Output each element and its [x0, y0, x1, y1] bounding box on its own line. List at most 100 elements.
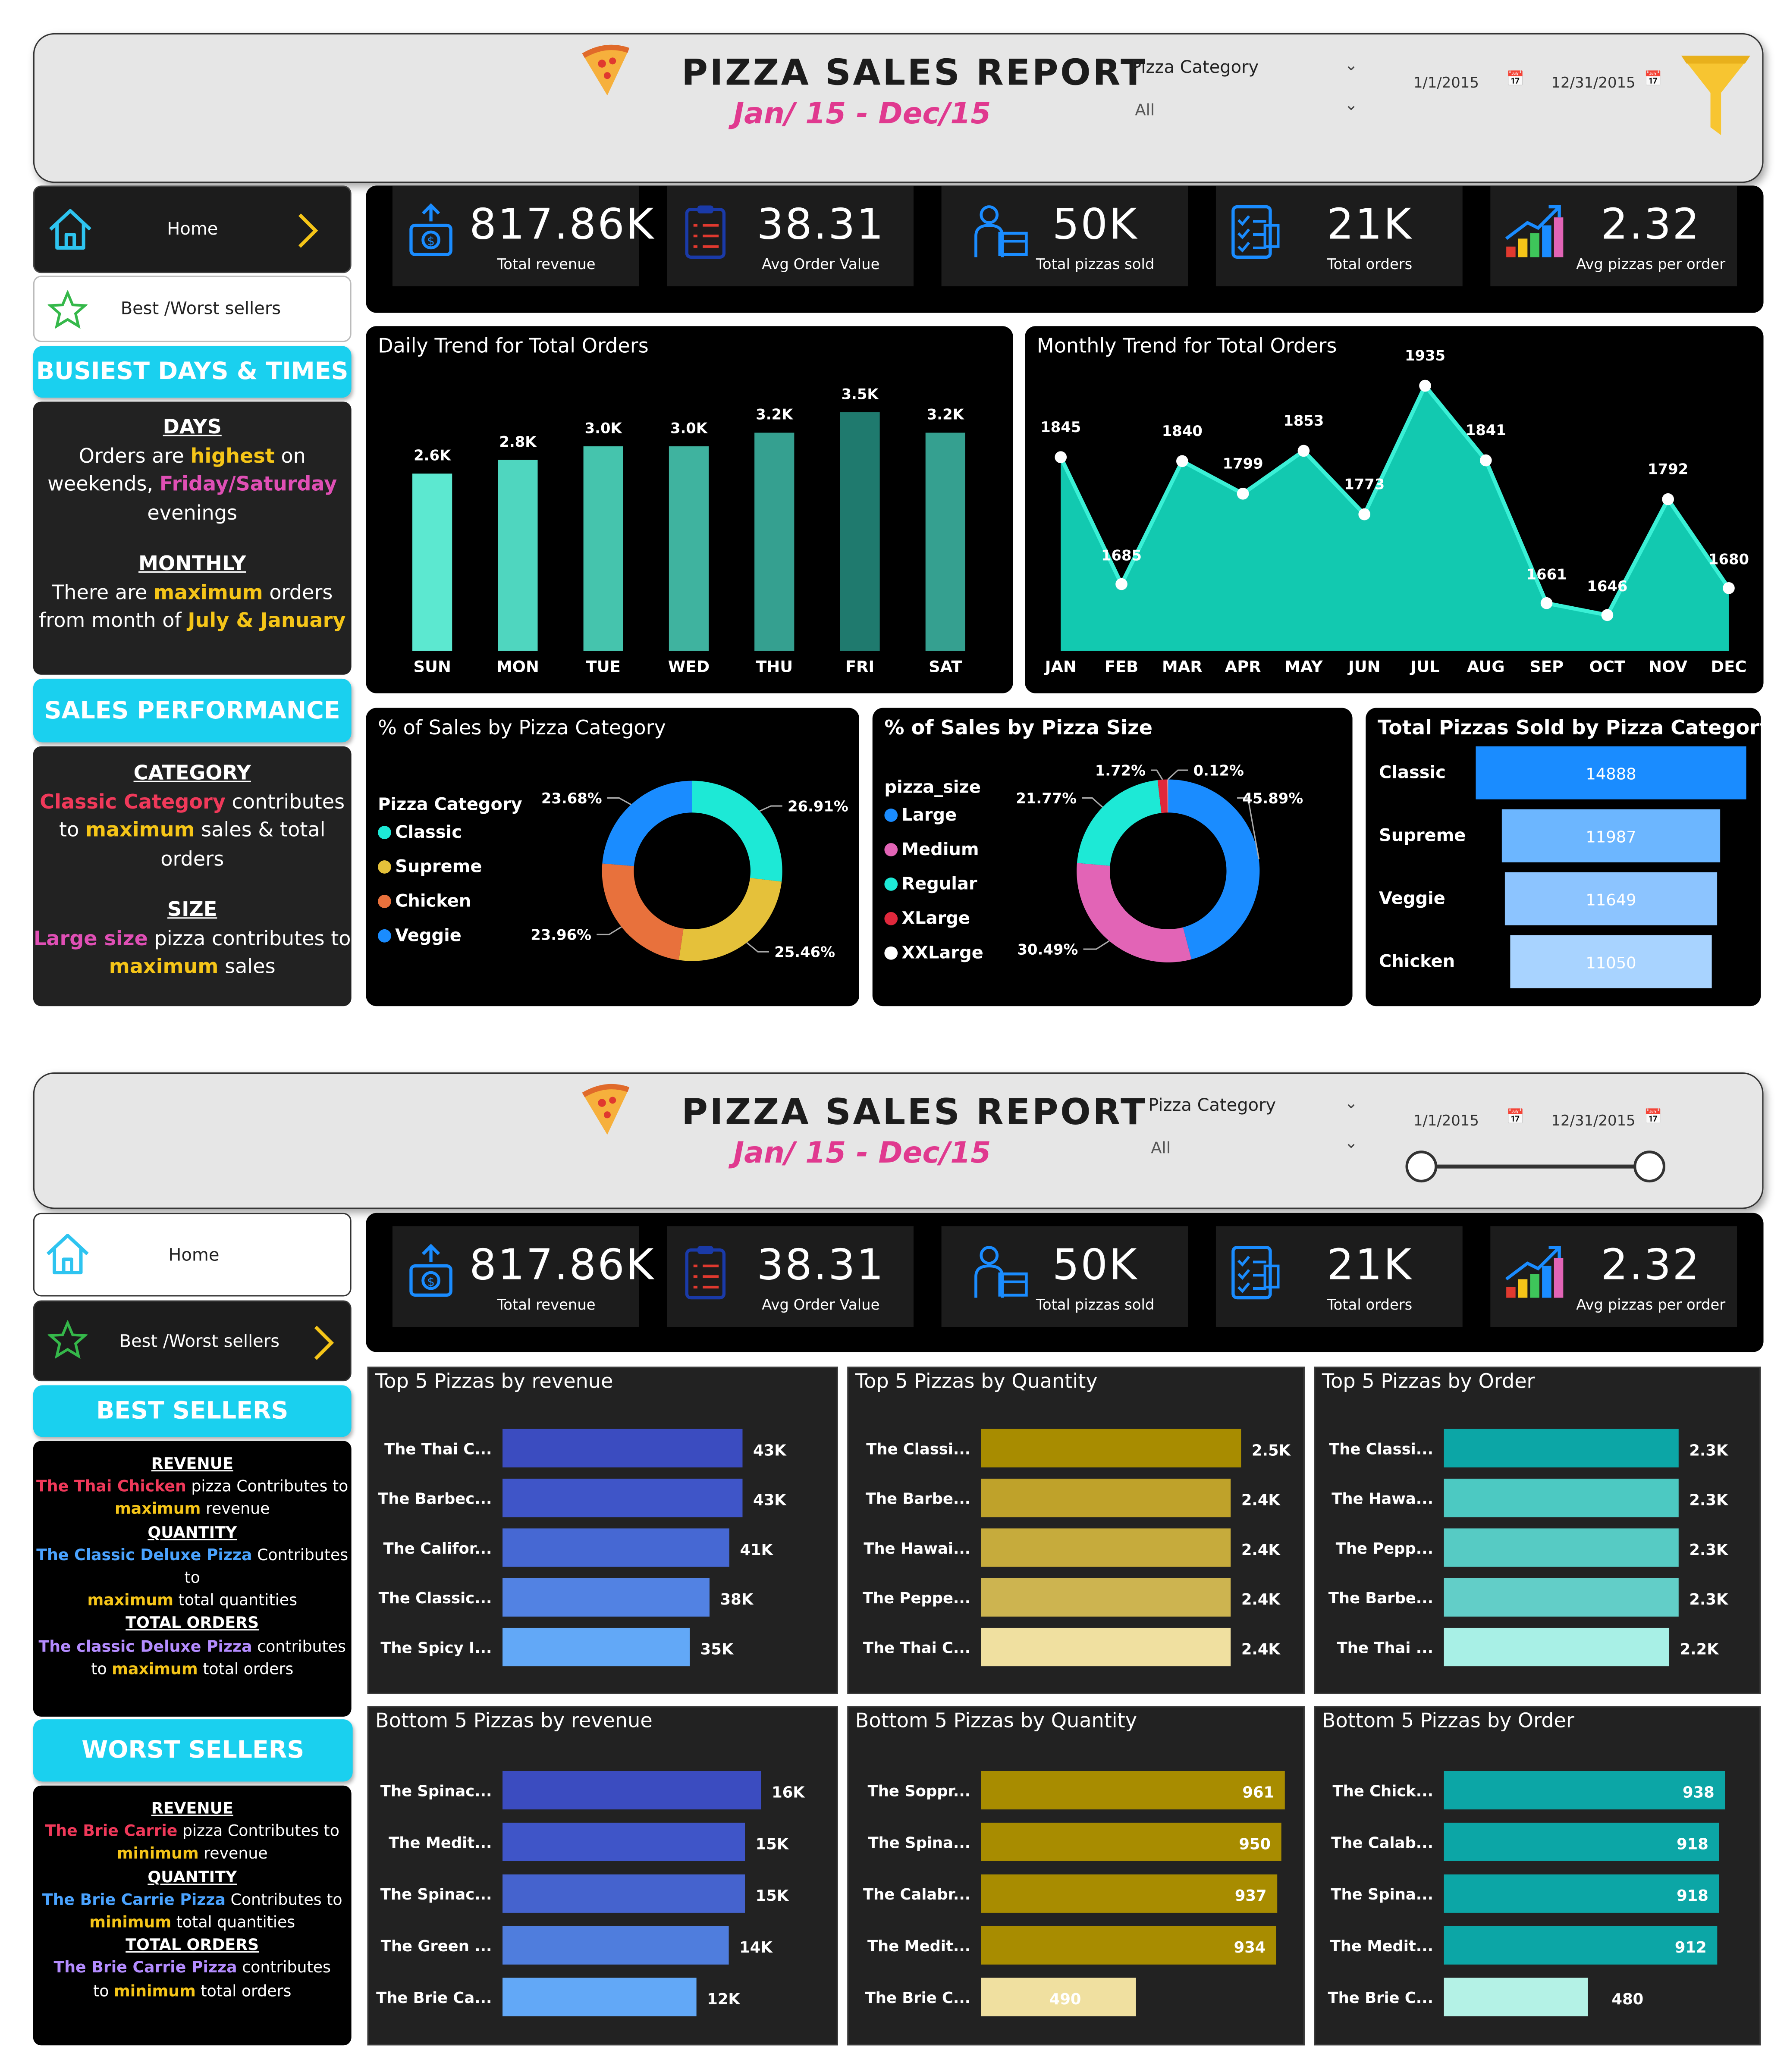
kpi-value: 21K	[1327, 1239, 1413, 1290]
chevron-down-icon[interactable]: ⌄	[1344, 95, 1358, 114]
size-line-1: Large size pizza contributes to	[33, 926, 351, 950]
top-rev-value-label: 38K	[720, 1591, 754, 1608]
monthly-x-tick: MAR	[1162, 658, 1203, 676]
size-pct-slice	[1077, 863, 1192, 962]
top-ord-bar	[1444, 1528, 1679, 1567]
daily-bar-label: 3.0K	[585, 420, 623, 436]
best-orders-line-1: The classic Deluxe Pizza contributes	[38, 1636, 346, 1655]
worst-revenue-line-1: The Brie Carrie pizza Contributes to	[45, 1821, 339, 1840]
chevron-down-icon[interactable]: ⌄	[1344, 1094, 1358, 1112]
calendar-icon[interactable]: 📅	[1644, 70, 1662, 88]
monthly-heading: MONTHLY	[138, 551, 246, 576]
date-end-input[interactable]: 12/31/2015	[1551, 74, 1636, 91]
daily-x-tick: FRI	[845, 658, 874, 676]
bot-ord-value-label: 918	[1677, 1835, 1708, 1853]
calendar-icon[interactable]: 📅	[1644, 1108, 1662, 1125]
kpi-card: 21K Total orders	[1215, 185, 1463, 286]
top-ord-bar	[1444, 1627, 1670, 1667]
size-line-2: maximum sales	[109, 954, 276, 978]
chevron-right-icon	[310, 1323, 336, 1368]
category-pct-legend-title: Pizza Category	[378, 794, 522, 814]
monthly-point	[1419, 379, 1431, 392]
top-qty-bar	[981, 1627, 1231, 1667]
worst-quantity-heading: QUANTITY	[148, 1867, 237, 1886]
date-end-input[interactable]: 12/31/2015	[1551, 1112, 1636, 1129]
monthly-x-tick: JUN	[1347, 658, 1381, 676]
daily-bar	[583, 446, 623, 651]
top-rev-value-label: 43K	[753, 1492, 787, 1509]
category-pct-value-label: 23.68%	[541, 790, 602, 807]
top-qty-value-label: 2.4K	[1241, 1492, 1281, 1509]
category-pct-leader-line	[597, 926, 622, 935]
category-filter-dropdown[interactable]: All	[1151, 1139, 1171, 1157]
daily-x-tick: WED	[668, 658, 710, 676]
kpi-card: 21K Total orders	[1215, 1226, 1463, 1327]
monthly-point-label: 1680	[1708, 551, 1749, 567]
date-start-input[interactable]: 1/1/2015	[1413, 74, 1479, 91]
home-icon	[45, 205, 96, 258]
size-pct-value-label: 0.12%	[1193, 762, 1244, 779]
daily-bar-label: 3.5K	[842, 386, 879, 402]
size-pct-panel: % of Sales by Pizza Size pizza_size Large…	[872, 708, 1353, 1006]
bot-rev-chart: The Spinac... 16K The Medit... 15K The Spina…	[376, 1771, 805, 2016]
bot-rev-bar	[502, 1874, 745, 1913]
calendar-icon[interactable]: 📅	[1506, 1108, 1524, 1125]
top-rev-category-label: The Classic...	[379, 1589, 492, 1607]
monthly-line-2: from month of July & January	[39, 608, 346, 633]
monthly-point-label: 1840	[1162, 423, 1203, 439]
monthly-point-label: 1792	[1648, 461, 1688, 477]
funnel-filter-icon[interactable]	[1679, 53, 1753, 141]
daily-bar	[412, 473, 452, 651]
revenue-icon: $	[400, 201, 461, 268]
top-rev-value-label: 43K	[753, 1442, 787, 1459]
date-start-input[interactable]: 1/1/2015	[1413, 1112, 1479, 1129]
bot-qty-value-label: 937	[1235, 1887, 1267, 1905]
worst-orders-line-2: to minimum total orders	[93, 1981, 292, 2000]
category-pct-legend-marker	[378, 929, 391, 943]
category-filter-dropdown[interactable]: All	[1135, 101, 1155, 119]
daily-x-tick: THU	[756, 658, 793, 676]
daily-trend-panel: Daily Trend for Total Orders 2.6K SUN 2.8K…	[366, 326, 1013, 693]
best-worst-nav-button[interactable]: Best /Worst sellers	[33, 276, 352, 342]
category-sold-label: Veggie	[1379, 889, 1445, 909]
best-revenue-heading: REVENUE	[151, 1454, 233, 1473]
chevron-down-icon[interactable]: ⌄	[1344, 56, 1358, 74]
kpi-label: Total pizzas sold	[1036, 256, 1155, 273]
monthly-point	[1662, 493, 1674, 505]
home-nav-button[interactable]: Home	[33, 185, 352, 273]
monthly-x-tick: MAY	[1284, 658, 1323, 676]
category-pct-value-label: 25.46%	[774, 944, 835, 960]
date-range-slider[interactable]	[1403, 1148, 1668, 1185]
category-sold-label: Supreme	[1379, 825, 1466, 845]
home-nav-label: Home	[167, 220, 218, 240]
bot-qty-category-label: The Soppr...	[868, 1782, 971, 1800]
top-rev-bar	[502, 1429, 743, 1467]
best-worst-nav-button[interactable]: Best /Worst sellers	[33, 1300, 352, 1382]
worst-revenue-heading: REVENUE	[151, 1799, 233, 1818]
bot-qty-panel: Bottom 5 Pizzas by Quantity The Soppr... 9…	[847, 1706, 1305, 2046]
pizza-icon	[578, 1081, 634, 1137]
top-qty-bar	[981, 1528, 1231, 1567]
monthly-x-tick: DEC	[1711, 658, 1747, 676]
kpi-label: Total revenue	[497, 256, 596, 273]
top-qty-category-label: The Thai C...	[863, 1639, 970, 1657]
home-nav-button[interactable]: Home	[33, 1213, 352, 1297]
top-ord-category-label: The Classi...	[1329, 1440, 1433, 1458]
category-sold-value: 14888	[1586, 765, 1636, 784]
size-pct-leader-line	[1151, 769, 1163, 780]
busiest-days-header: BUSIEST DAYS & TIMES	[33, 346, 352, 398]
chevron-down-icon[interactable]: ⌄	[1344, 1133, 1358, 1152]
bot-qty-category-label: The Medit...	[867, 1937, 970, 1955]
bot-rev-bar	[502, 1822, 745, 1861]
bot-qty-bar	[981, 1771, 1285, 1810]
bot-rev-category-label: The Medit...	[389, 1834, 492, 1852]
worst-sellers-header: WORST SELLERS	[33, 1719, 353, 1782]
category-pct-legend-marker	[378, 895, 391, 908]
monthly-point	[1237, 487, 1249, 500]
category-sold-label: Classic	[1379, 762, 1446, 782]
kpi-card: 50K Total pizzas sold	[941, 185, 1188, 286]
category-sold-chart: 14888 Classic 11987 Supreme 11649 Veggie 11050…	[1379, 746, 1746, 988]
category-line-1: Classic Category contributes	[40, 789, 345, 813]
worst-revenue-line-2: minimum revenue	[116, 1844, 268, 1863]
calendar-icon[interactable]: 📅	[1506, 70, 1524, 88]
